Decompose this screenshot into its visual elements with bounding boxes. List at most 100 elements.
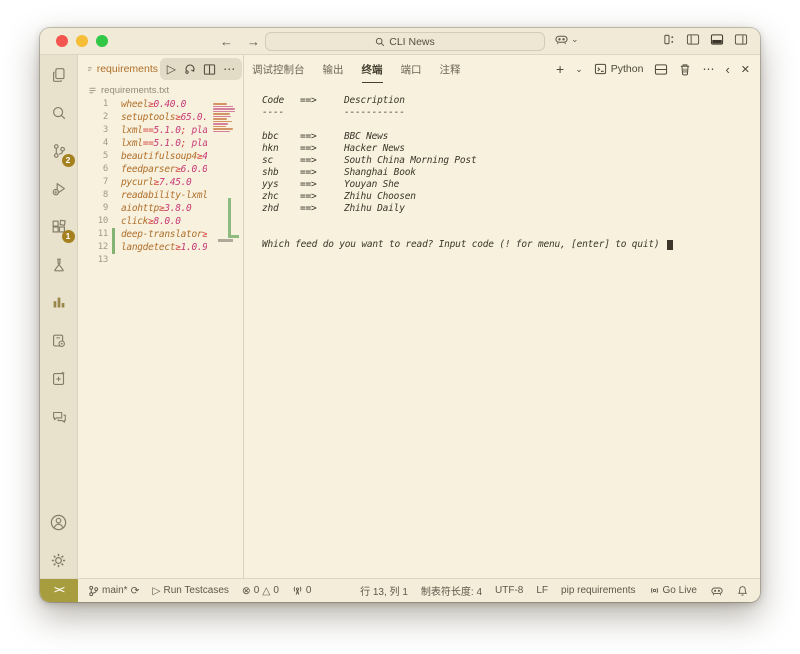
- panel-tab-3[interactable]: 端口: [401, 56, 422, 83]
- terminal-row: zhc==>Zhihu Choosen: [262, 191, 760, 203]
- run-testcases-label: Run Testcases: [163, 585, 228, 596]
- kill-terminal-icon[interactable]: [679, 63, 691, 76]
- line-number: 1: [78, 98, 108, 111]
- ports-item[interactable]: 0: [292, 585, 312, 596]
- language-mode[interactable]: pip requirements: [561, 585, 635, 596]
- run-testcases-item[interactable]: ▷ Run Testcases: [152, 585, 228, 597]
- editor-group: requirements ▷ ⋯ requirements.txt 1wheel…: [78, 55, 244, 578]
- testing-icon[interactable]: [45, 251, 73, 279]
- terminal-output[interactable]: Code==>Description--------------- bbc==>…: [244, 83, 760, 578]
- terminal-shell-label: Python: [611, 63, 644, 75]
- code-line[interactable]: 12langdetect≥1.0.9: [78, 241, 243, 254]
- sync-icon[interactable]: ⟳: [131, 585, 140, 597]
- command-center-search[interactable]: CLI News: [265, 32, 545, 51]
- code-line-text: setuptools≥65.0.: [115, 111, 207, 124]
- code-line-text: feedparser≥6.0.0: [115, 163, 207, 176]
- go-live-item[interactable]: Go Live: [649, 585, 697, 596]
- extensions-icon[interactable]: 1: [45, 213, 73, 241]
- code-line[interactable]: 6feedparser≥6.0.0: [78, 163, 243, 176]
- error-count: 0: [254, 585, 260, 596]
- zoom-window-button[interactable]: [96, 35, 108, 47]
- traffic-lights: [56, 35, 108, 47]
- code-line-text: langdetect≥1.0.9: [115, 241, 207, 254]
- toggle-primary-sidebar-icon[interactable]: [686, 33, 700, 46]
- text-file-icon: [87, 64, 93, 74]
- warning-icon: △: [262, 585, 270, 597]
- line-number: 3: [78, 124, 108, 137]
- back-icon[interactable]: ←: [220, 34, 233, 49]
- copilot-icon[interactable]: [554, 33, 569, 46]
- branch-label: main*: [102, 585, 128, 596]
- search-icon: [375, 37, 385, 47]
- breadcrumb[interactable]: requirements.txt: [78, 83, 243, 98]
- rerun-icon[interactable]: [183, 62, 197, 76]
- panel-more-icon[interactable]: ⋯: [702, 62, 714, 76]
- maximize-panel-icon[interactable]: ‹: [725, 62, 729, 77]
- terminal-row: yys==>Youyan She: [262, 179, 760, 191]
- run-file-icon[interactable]: ▷: [167, 62, 176, 76]
- code-line[interactable]: 5 beautifulsoup4≥4: [78, 150, 243, 163]
- code-line[interactable]: 8readability-lxml: [78, 189, 243, 202]
- code-line[interactable]: 9aiohttp≥3.8.0: [78, 202, 243, 215]
- panel-actions: + ⌄ Python ⋯ ‹ ✕: [556, 55, 750, 83]
- customize-layout-icon[interactable]: [663, 33, 676, 46]
- scm-badge: 2: [62, 154, 75, 167]
- indentation[interactable]: 制表符长度: 4: [421, 583, 482, 598]
- panel-tab-2[interactable]: 终端: [362, 56, 383, 83]
- overview-ruler-tick: [218, 239, 233, 242]
- new-notebook-icon[interactable]: [45, 365, 73, 393]
- cursor-position[interactable]: 行 13, 列 1: [360, 583, 408, 598]
- breadcrumb-filename: requirements.txt: [101, 85, 169, 96]
- new-terminal-icon[interactable]: +: [556, 61, 564, 77]
- minimap[interactable]: [213, 103, 241, 133]
- problems-item[interactable]: ⊗ 0 △ 0: [242, 585, 279, 597]
- split-editor-icon[interactable]: [203, 63, 216, 76]
- code-line-text: lxml==5.1.0; plat: [115, 124, 207, 137]
- forward-icon[interactable]: →: [247, 34, 260, 49]
- comments-icon[interactable]: [45, 403, 73, 431]
- panel-tab-0[interactable]: 调试控制台: [252, 56, 305, 83]
- code-line[interactable]: 7pycurl≥7.45.0: [78, 176, 243, 189]
- copilot-status-icon[interactable]: [710, 585, 724, 597]
- code-line[interactable]: 4lxml==5.1.0; plat: [78, 137, 243, 150]
- line-number: 2: [78, 111, 108, 124]
- chevron-down-icon[interactable]: ⌄: [571, 34, 579, 45]
- project-settings-icon[interactable]: [45, 327, 73, 355]
- line-number: 5: [78, 150, 108, 163]
- encoding[interactable]: UTF-8: [495, 585, 523, 596]
- more-actions-icon[interactable]: ⋯: [223, 62, 235, 76]
- branch-item[interactable]: main* ⟳: [88, 585, 139, 597]
- account-icon[interactable]: [45, 508, 73, 536]
- terminal-prompt-text: Which feed do you want to read? Input co…: [262, 239, 665, 250]
- remote-indicator[interactable]: ><: [40, 579, 78, 602]
- settings-gear-icon[interactable]: [45, 546, 73, 574]
- code-line-text: beautifulsoup4≥4: [115, 150, 207, 163]
- search-text: CLI News: [389, 36, 435, 48]
- close-window-button[interactable]: [56, 35, 68, 47]
- code-line[interactable]: 13: [78, 254, 243, 267]
- chart-view-icon[interactable]: [45, 289, 73, 317]
- panel-tab-4[interactable]: 注释: [440, 56, 461, 83]
- terminal-icon: [594, 63, 607, 75]
- split-terminal-icon[interactable]: [654, 63, 668, 76]
- terminal-row: hkn==>Hacker News: [262, 143, 760, 155]
- run-debug-icon[interactable]: [45, 175, 73, 203]
- toggle-panel-icon[interactable]: [710, 33, 724, 46]
- toggle-secondary-sidebar-icon[interactable]: [734, 33, 748, 46]
- terminal-dropdown-icon[interactable]: ⌄: [575, 64, 583, 75]
- explorer-icon[interactable]: [45, 61, 73, 89]
- panel-tab-1[interactable]: 输出: [323, 56, 344, 83]
- code-line[interactable]: 10click≥8.0.0: [78, 215, 243, 228]
- activity-bar: 2 1: [40, 55, 78, 578]
- terminal-instance[interactable]: Python: [594, 63, 644, 75]
- line-number: 11: [78, 228, 108, 241]
- eol[interactable]: LF: [536, 585, 548, 596]
- code-editor[interactable]: 1wheel≥0.40.02setuptools≥65.0.3lxml==5.1…: [78, 98, 243, 578]
- line-number: 9: [78, 202, 108, 215]
- tab-requirements[interactable]: requirements: [78, 55, 158, 83]
- source-control-icon[interactable]: 2: [45, 137, 73, 165]
- close-panel-icon[interactable]: ✕: [741, 63, 750, 76]
- minimize-window-button[interactable]: [76, 35, 88, 47]
- search-view-icon[interactable]: [45, 99, 73, 127]
- bell-icon[interactable]: [737, 585, 748, 597]
